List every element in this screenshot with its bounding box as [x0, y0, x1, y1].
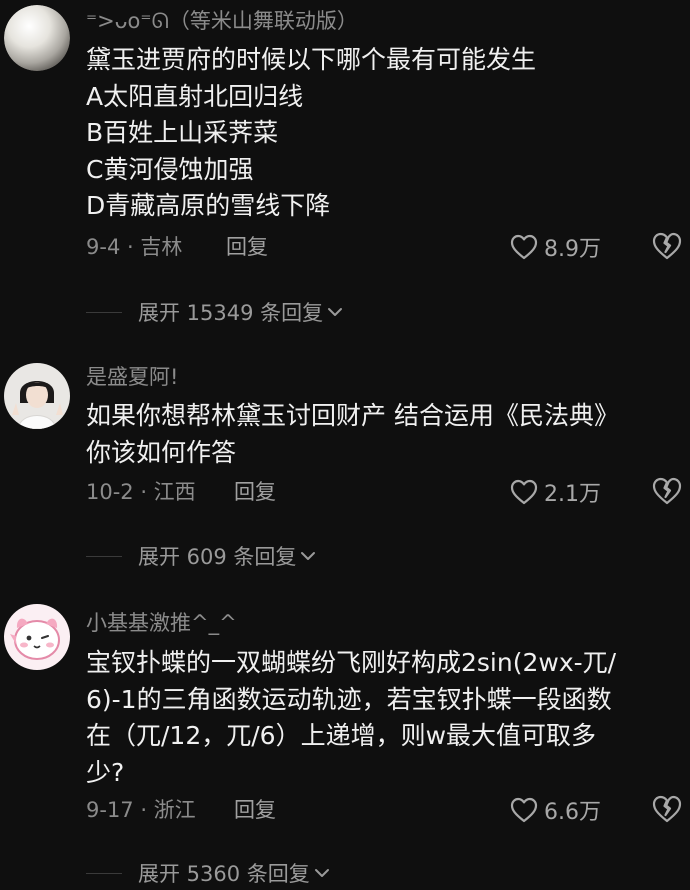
comment-text: 黛玉进贾府的时候以下哪个最有可能发生 A太阳直射北回归线 B百姓上山采荠菜 C黄… [86, 42, 681, 225]
heart-outline-icon [510, 234, 538, 260]
chevron-down-icon [314, 869, 329, 877]
chevron-down-icon [301, 552, 316, 560]
broken-heart-icon[interactable] [652, 477, 682, 505]
expand-replies-label: 展开 5360 条回复 [138, 862, 310, 886]
reply-button[interactable]: 回复 [234, 479, 276, 505]
like-count: 8.9万 [544, 237, 601, 262]
like-button[interactable]: 6.6万 [510, 795, 601, 825]
comment-text-line: 在（兀/12，兀/6）上递增，则w最大值可取多 [86, 721, 597, 750]
broken-heart-icon[interactable] [652, 232, 682, 260]
comment-text-line: 宝钗扑蝶的一双蝴蝶纷飞刚好构成2sin(2wx-兀/ [86, 648, 617, 677]
reply-button[interactable]: 回复 [234, 797, 276, 823]
comment-text-line: A太阳直射北回归线 [86, 81, 304, 111]
comment-text-line: C黄河侵蚀加强 [86, 154, 254, 184]
date-location: 10-2 · 江西 [86, 480, 196, 504]
expand-replies-button[interactable]: 展开 5360 条回复 [86, 858, 330, 888]
username[interactable]: 小基基激推^_^ [86, 610, 237, 636]
broken-heart-icon[interactable] [652, 795, 682, 823]
comment-text-line: 你该如何作答 [86, 437, 237, 467]
comment-text-line: B百姓上山采荠菜 [86, 118, 279, 147]
divider-line [86, 311, 122, 313]
avatar[interactable] [4, 5, 70, 71]
like-button[interactable]: 8.9万 [510, 232, 601, 262]
like-count: 2.1万 [544, 482, 601, 507]
divider-line [86, 872, 122, 874]
username[interactable]: ⁼>ᴗo⁼ᘏ（等米山舞联动版） [86, 8, 358, 34]
like-button[interactable]: 2.1万 [510, 477, 601, 507]
comment-text-line: 少? [86, 757, 125, 787]
chevron-down-icon [328, 308, 343, 316]
avatar[interactable] [4, 604, 70, 670]
comment-text: 宝钗扑蝶的一双蝴蝶纷飞刚好构成2sin(2wx-兀/ 6)-1的三角函数运动轨迹… [86, 645, 681, 791]
date-location: 9-4 · 吉林 [86, 235, 183, 259]
expand-replies-button[interactable]: 展开 609 条回复 [86, 541, 316, 571]
reply-button[interactable]: 回复 [226, 234, 268, 260]
comment-text-line: D青藏高原的雪线下降 [86, 191, 331, 220]
heart-outline-icon [510, 479, 538, 505]
expand-replies-label: 展开 609 条回复 [138, 545, 297, 569]
date-location: 9-17 · 浙江 [86, 798, 196, 822]
comment-text: 如果你想帮林黛玉讨回财产 结合运用《民法典》 你该如何作答 [86, 398, 681, 471]
avatar[interactable] [4, 363, 70, 429]
username[interactable]: 是盛夏阿! [86, 364, 178, 390]
heart-outline-icon [510, 797, 538, 823]
expand-replies-label: 展开 15349 条回复 [138, 301, 324, 325]
comment-text-line: 如果你想帮林黛玉讨回财产 结合运用《民法典》 [86, 401, 619, 430]
comment-text-line: 6)-1的三角函数运动轨迹，若宝钗扑蝶一段函数 [86, 684, 612, 714]
expand-replies-button[interactable]: 展开 15349 条回复 [86, 297, 343, 327]
comment-text-line: 黛玉进贾府的时候以下哪个最有可能发生 [86, 45, 537, 74]
divider-line [86, 555, 122, 557]
like-count: 6.6万 [544, 800, 601, 825]
